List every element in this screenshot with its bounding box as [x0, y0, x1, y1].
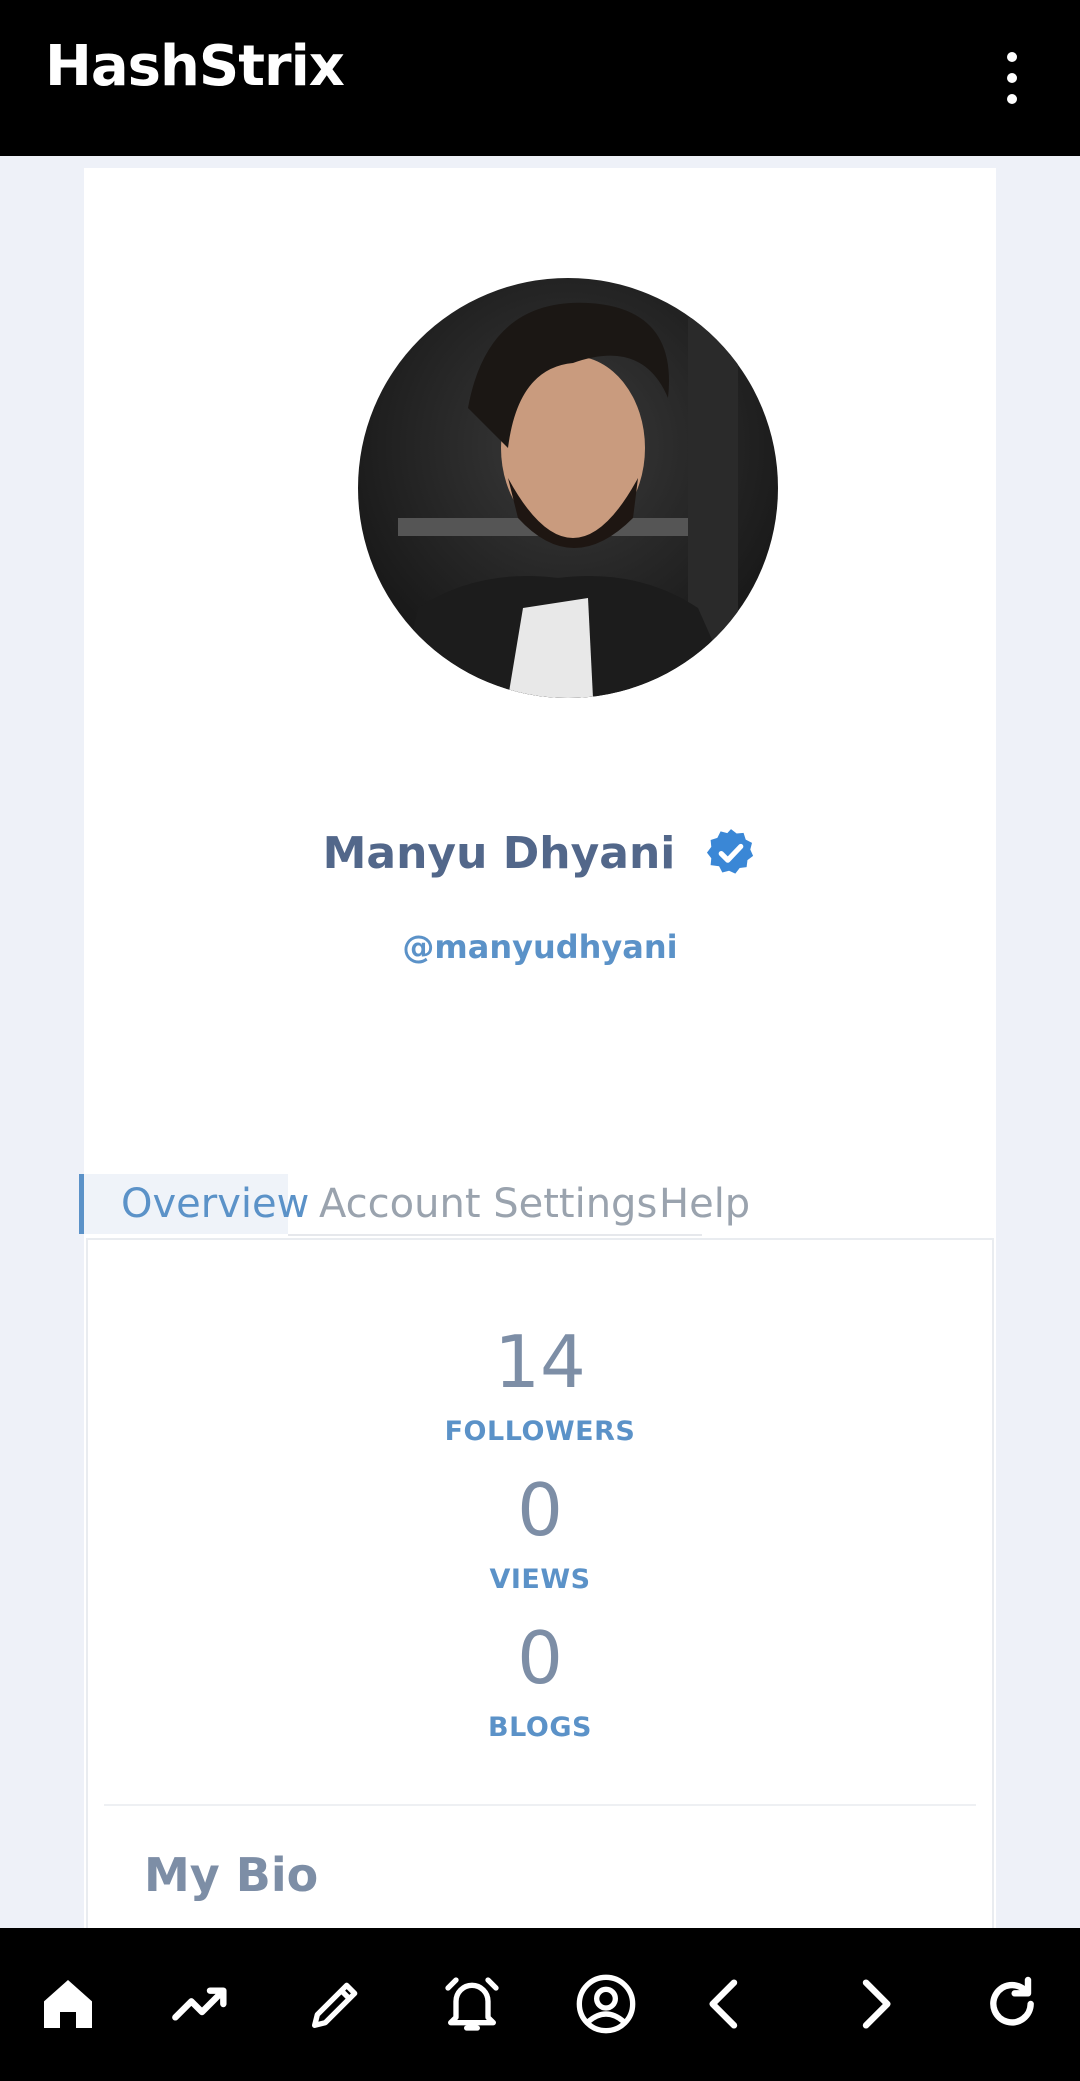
app-title: HashStrix: [45, 34, 345, 99]
edit-pencil-icon[interactable]: [300, 1968, 372, 2040]
blogs-count: 0: [517, 1616, 563, 1700]
profile-handle[interactable]: @manyudhyani: [84, 928, 996, 966]
tab-account-settings[interactable]: Account Settings: [319, 1174, 657, 1234]
blogs-label: BLOGS: [488, 1712, 592, 1743]
tab-divider: [288, 1234, 702, 1236]
section-divider: [104, 1804, 976, 1806]
bio-heading: My Bio: [144, 1848, 319, 1902]
followers-label: FOLLOWERS: [444, 1416, 636, 1447]
alarm-bell-icon[interactable]: [436, 1968, 508, 2040]
overview-panel: 14 FOLLOWERS 0 VIEWS 0 BLOGS My Bio: [86, 1238, 994, 1928]
app-bar: HashStrix: [0, 0, 1080, 156]
views-count: 0: [517, 1468, 563, 1552]
account-circle-icon[interactable]: [570, 1968, 642, 2040]
profile-name-row: Manyu Dhyani: [84, 823, 996, 883]
back-arrow-icon[interactable]: [690, 1968, 762, 2040]
forward-arrow-icon[interactable]: [838, 1968, 910, 2040]
avatar: [358, 278, 778, 698]
profile-name: Manyu Dhyani: [322, 827, 676, 879]
refresh-icon[interactable]: [976, 1968, 1048, 2040]
trending-icon[interactable]: [166, 1968, 238, 2040]
verified-badge-icon: [707, 829, 754, 874]
views-label: VIEWS: [489, 1564, 591, 1595]
tab-help[interactable]: Help: [659, 1174, 750, 1234]
followers-count: 14: [494, 1320, 586, 1404]
bottom-nav: [0, 1928, 1080, 2081]
home-icon[interactable]: [32, 1968, 104, 2040]
profile-tabs: Overview Account Settings Help: [79, 1174, 991, 1236]
tab-overview[interactable]: Overview: [79, 1174, 309, 1234]
more-vert-icon[interactable]: [990, 52, 1034, 104]
